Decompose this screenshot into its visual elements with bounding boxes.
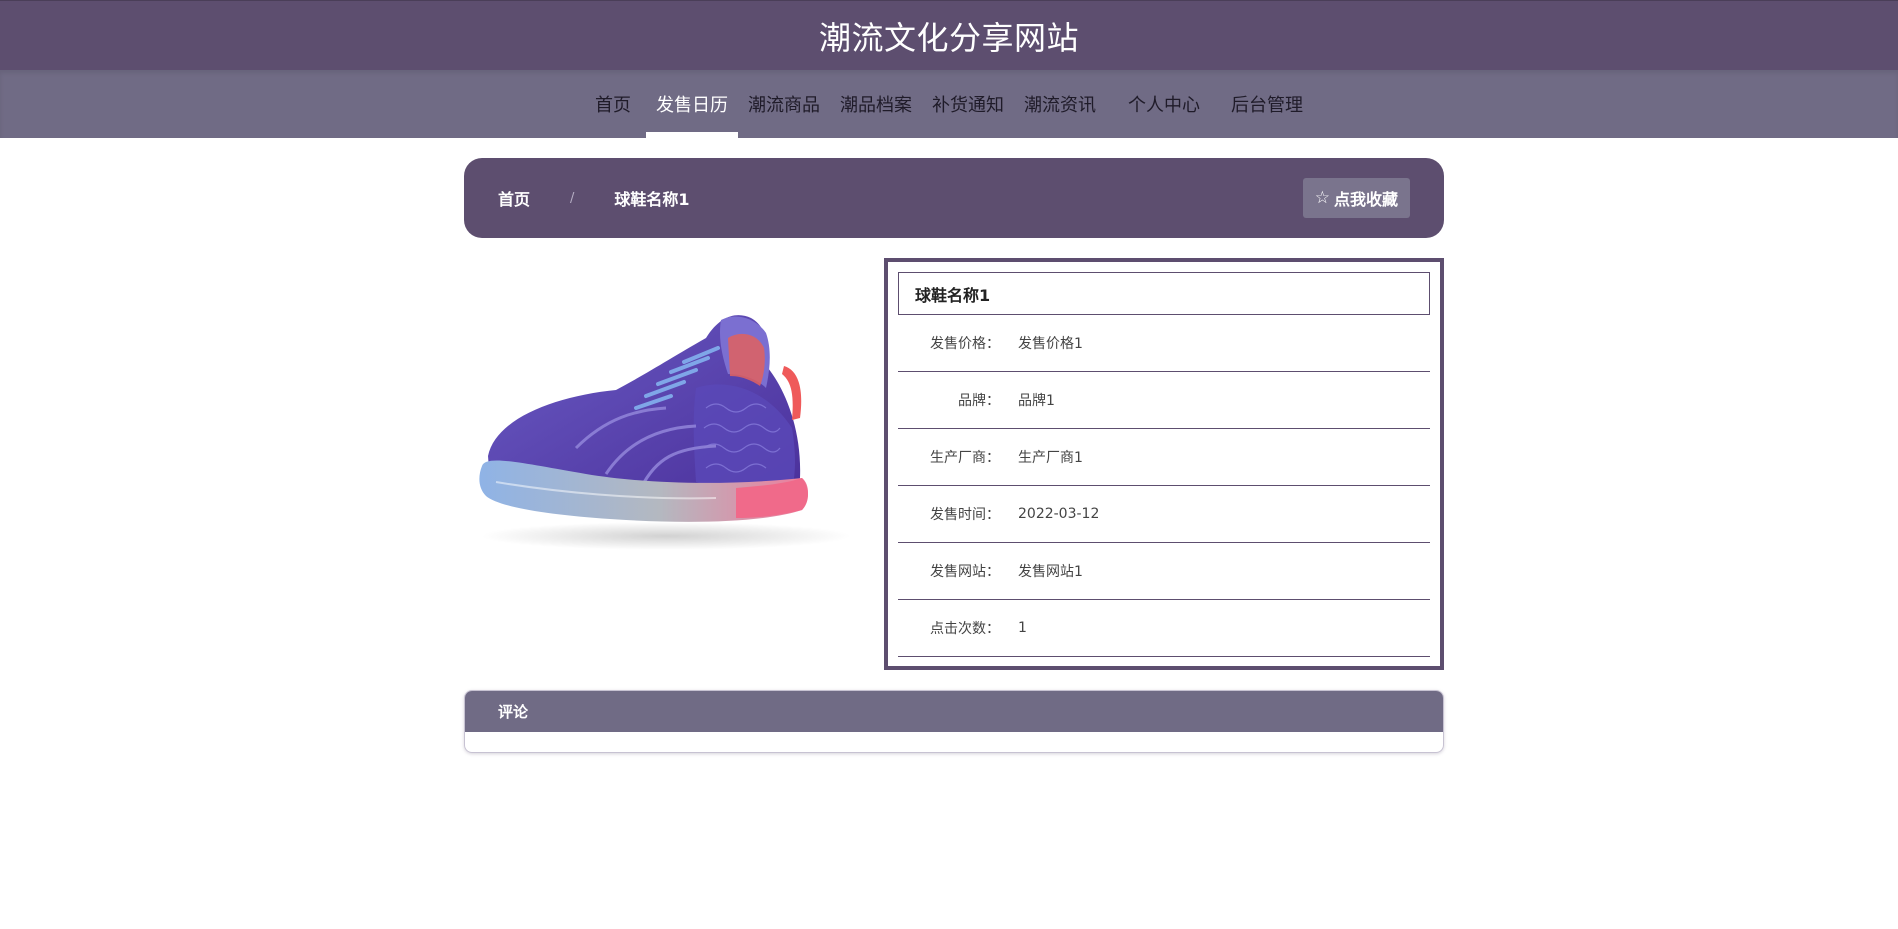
info-label: 点击次数： <box>930 621 1000 637</box>
sneaker-image <box>479 315 851 550</box>
nav-item-trend-news[interactable]: 潮流资讯 <box>1014 70 1112 138</box>
info-row-price: 发售价格： 发售价格1 <box>898 315 1430 372</box>
info-row-manufacturer: 生产厂商： 生产厂商1 <box>898 429 1430 486</box>
star-outline-icon: ☆ <box>1314 187 1330 208</box>
nav-item-label: 个人中心 <box>1128 95 1200 116</box>
nav-item-label: 潮品档案 <box>840 95 912 116</box>
info-value: 2022-03-12 <box>1018 506 1100 522</box>
comment-header: 评论 <box>465 691 1443 732</box>
nav-item-label: 发售日历 <box>656 95 728 116</box>
nav-item-personal-center[interactable]: 个人中心 <box>1112 70 1216 138</box>
info-row-click-count: 点击次数： 1 <box>898 600 1430 657</box>
site-title: 潮流文化分享网站 <box>818 18 1079 57</box>
info-label: 发售时间： <box>930 507 1000 523</box>
info-value: 发售网站1 <box>1018 564 1083 580</box>
info-row-release-site: 发售网站： 发售网站1 <box>898 543 1430 600</box>
breadcrumb: 首页 / 球鞋名称1 ☆ 点我收藏 <box>464 158 1444 238</box>
nav-list: 首页 发售日历 潮流商品 潮品档案 补货通知 潮流资讯 个人中心 后台管理 <box>580 70 1318 138</box>
favorite-button[interactable]: ☆ 点我收藏 <box>1302 178 1410 218</box>
nav-item-home[interactable]: 首页 <box>580 70 646 138</box>
product-info-panel: 球鞋名称1 发售价格： 发售价格1 品牌： 品牌1 生产厂商： 生产厂商1 发售… <box>884 258 1444 670</box>
nav-item-label: 后台管理 <box>1231 95 1303 116</box>
info-label: 发售价格： <box>930 336 1000 352</box>
nav-item-restock-notice[interactable]: 补货通知 <box>922 70 1014 138</box>
comment-section: 评论 <box>464 690 1444 753</box>
nav-item-label: 潮流商品 <box>748 95 820 116</box>
favorite-button-label: 点我收藏 <box>1333 190 1398 209</box>
nav-item-release-calendar[interactable]: 发售日历 <box>646 70 738 138</box>
info-label: 生产厂商： <box>930 450 1000 466</box>
info-value: 1 <box>1018 620 1027 636</box>
product-image <box>466 278 866 618</box>
info-value: 生产厂商1 <box>1018 450 1083 466</box>
breadcrumb-home-link[interactable]: 首页 <box>498 186 530 210</box>
breadcrumb-current: 球鞋名称1 <box>614 190 690 209</box>
info-row-brand: 品牌： 品牌1 <box>898 372 1430 429</box>
nav-item-label: 首页 <box>595 95 631 116</box>
nav-item-product-archive[interactable]: 潮品档案 <box>830 70 922 138</box>
product-title: 球鞋名称1 <box>898 272 1430 315</box>
info-label: 品牌： <box>958 393 1000 409</box>
nav-item-admin[interactable]: 后台管理 <box>1216 70 1318 138</box>
top-header: 潮流文化分享网站 <box>0 0 1898 70</box>
breadcrumb-separator: / <box>570 190 575 206</box>
info-value: 品牌1 <box>1018 393 1055 409</box>
nav-item-trend-products[interactable]: 潮流商品 <box>738 70 830 138</box>
info-row-release-date: 发售时间： 2022-03-12 <box>898 486 1430 543</box>
nav-item-label: 补货通知 <box>932 95 1004 116</box>
main-nav: 首页 发售日历 潮流商品 潮品档案 补货通知 潮流资讯 个人中心 后台管理 <box>0 70 1898 138</box>
info-label: 发售网站： <box>930 564 1000 580</box>
nav-item-label: 潮流资讯 <box>1024 95 1096 116</box>
info-value: 发售价格1 <box>1018 336 1083 352</box>
